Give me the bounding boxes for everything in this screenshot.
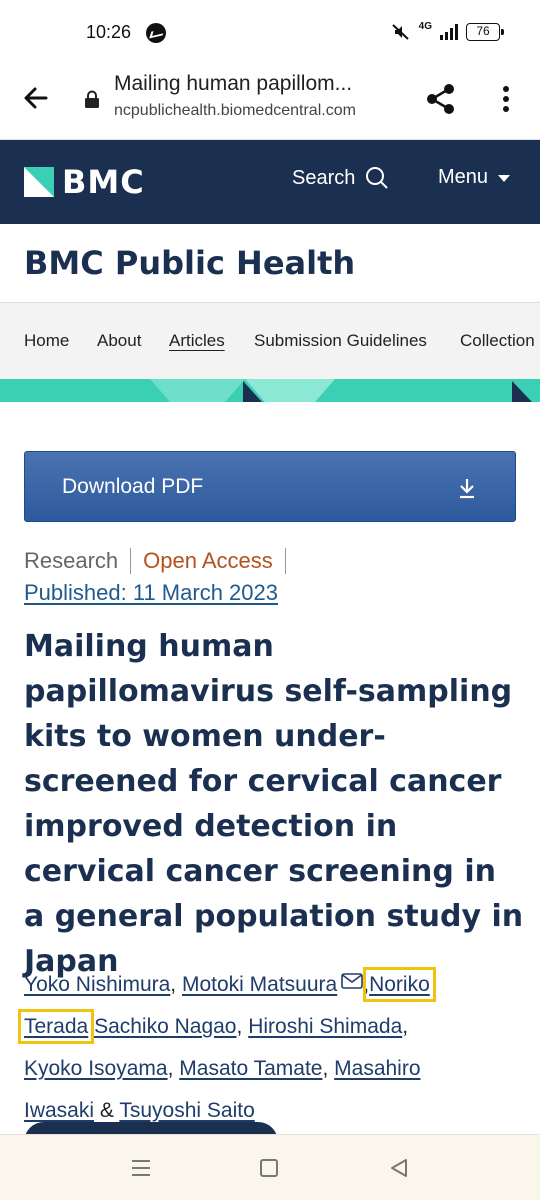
download-pdf-label: Download PDF (62, 475, 204, 498)
network-type: 4G (418, 20, 432, 32)
more-options-icon[interactable] (494, 82, 518, 116)
author-link[interactable]: Iwasaki (24, 1099, 94, 1122)
page-title[interactable]: Mailing human papillom... (114, 72, 394, 96)
mute-icon (391, 24, 409, 40)
back-arrow-icon[interactable] (20, 82, 52, 114)
status-icons: 4G 76 (391, 20, 504, 42)
author-link[interactable]: Kyoko Isoyama (24, 1057, 168, 1080)
status-time: 10:26 (86, 22, 132, 42)
logo-text: BMC (62, 163, 145, 201)
site-header: BMC Search Menu (0, 140, 540, 224)
author-and: & (99, 1099, 114, 1122)
author-list: Yoko Nishimura, Motoki Matsuura , Noriko T… (17, 964, 520, 1132)
journal-nav: Home About Articles Submission Guideline… (0, 303, 540, 379)
author-link[interactable]: Tsuyoshi Saito (119, 1099, 254, 1122)
chevron-down-icon (498, 175, 511, 182)
author-link[interactable]: Masato Tamate (179, 1057, 322, 1080)
nav-item-submission-guidelines[interactable]: Submission Guidelines (254, 331, 427, 351)
search-icon (366, 167, 389, 189)
decorative-band (0, 379, 540, 402)
nav-item-about[interactable]: About (97, 331, 141, 351)
share-icon[interactable] (424, 82, 458, 116)
system-nav-bar (0, 1134, 540, 1200)
author-link[interactable]: Yoko Nishimura (24, 973, 170, 996)
bmc-logo[interactable]: BMC (24, 163, 145, 201)
url-domain[interactable]: ncpublichealth.biomedcentral.com (114, 102, 399, 120)
back-triangle-icon[interactable] (388, 1157, 410, 1179)
nav-item-home[interactable]: Home (24, 331, 69, 351)
status-bar: 10:26 4G 76 (0, 0, 540, 66)
menu-button[interactable]: Menu (438, 166, 511, 189)
journal-title[interactable]: BMC Public Health (24, 244, 355, 282)
messenger-icon (146, 23, 166, 43)
author-link-highlighted[interactable]: Noriko (363, 967, 436, 1002)
author-separator: , (167, 1057, 174, 1080)
nav-item-articles[interactable]: Articles (169, 331, 225, 351)
author-separator: , (170, 973, 177, 996)
menu-label: Menu (438, 166, 489, 188)
author-separator: , (322, 1057, 329, 1080)
author-link[interactable]: Motoki Matsuura (182, 973, 337, 996)
bmc-logo-icon (24, 167, 54, 197)
published-date[interactable]: Published: 11 March 2023 (24, 580, 278, 606)
signal-icon (440, 24, 458, 40)
browser-toolbar: Mailing human papillom... ncpublichealth… (0, 66, 540, 140)
author-separator: , (402, 1015, 409, 1038)
lock-icon (85, 90, 99, 108)
article-meta: Research Open Access (24, 548, 286, 574)
author-link[interactable]: Hiroshi Shimada (248, 1015, 402, 1038)
download-icon (460, 479, 474, 499)
author-link[interactable]: Sachiko Nagao (94, 1015, 236, 1038)
article-title: Mailing human papillomavirus self-sampli… (24, 629, 524, 979)
open-access-badge: Open Access (131, 548, 286, 574)
search-label: Search (292, 166, 356, 189)
article-type: Research (24, 548, 132, 574)
download-pdf-button[interactable]: Download PDF (24, 451, 516, 522)
home-icon[interactable] (260, 1159, 278, 1177)
author-separator: , (236, 1015, 243, 1038)
email-icon[interactable] (341, 973, 364, 989)
nav-item-collection[interactable]: Collection (460, 331, 535, 351)
battery-icon: 76 (466, 23, 504, 41)
recent-apps-icon[interactable] (131, 1159, 151, 1177)
search-button[interactable]: Search (292, 166, 389, 190)
author-link[interactable]: Masahiro (334, 1057, 420, 1080)
author-link-highlighted[interactable]: Terada (17, 1009, 95, 1044)
